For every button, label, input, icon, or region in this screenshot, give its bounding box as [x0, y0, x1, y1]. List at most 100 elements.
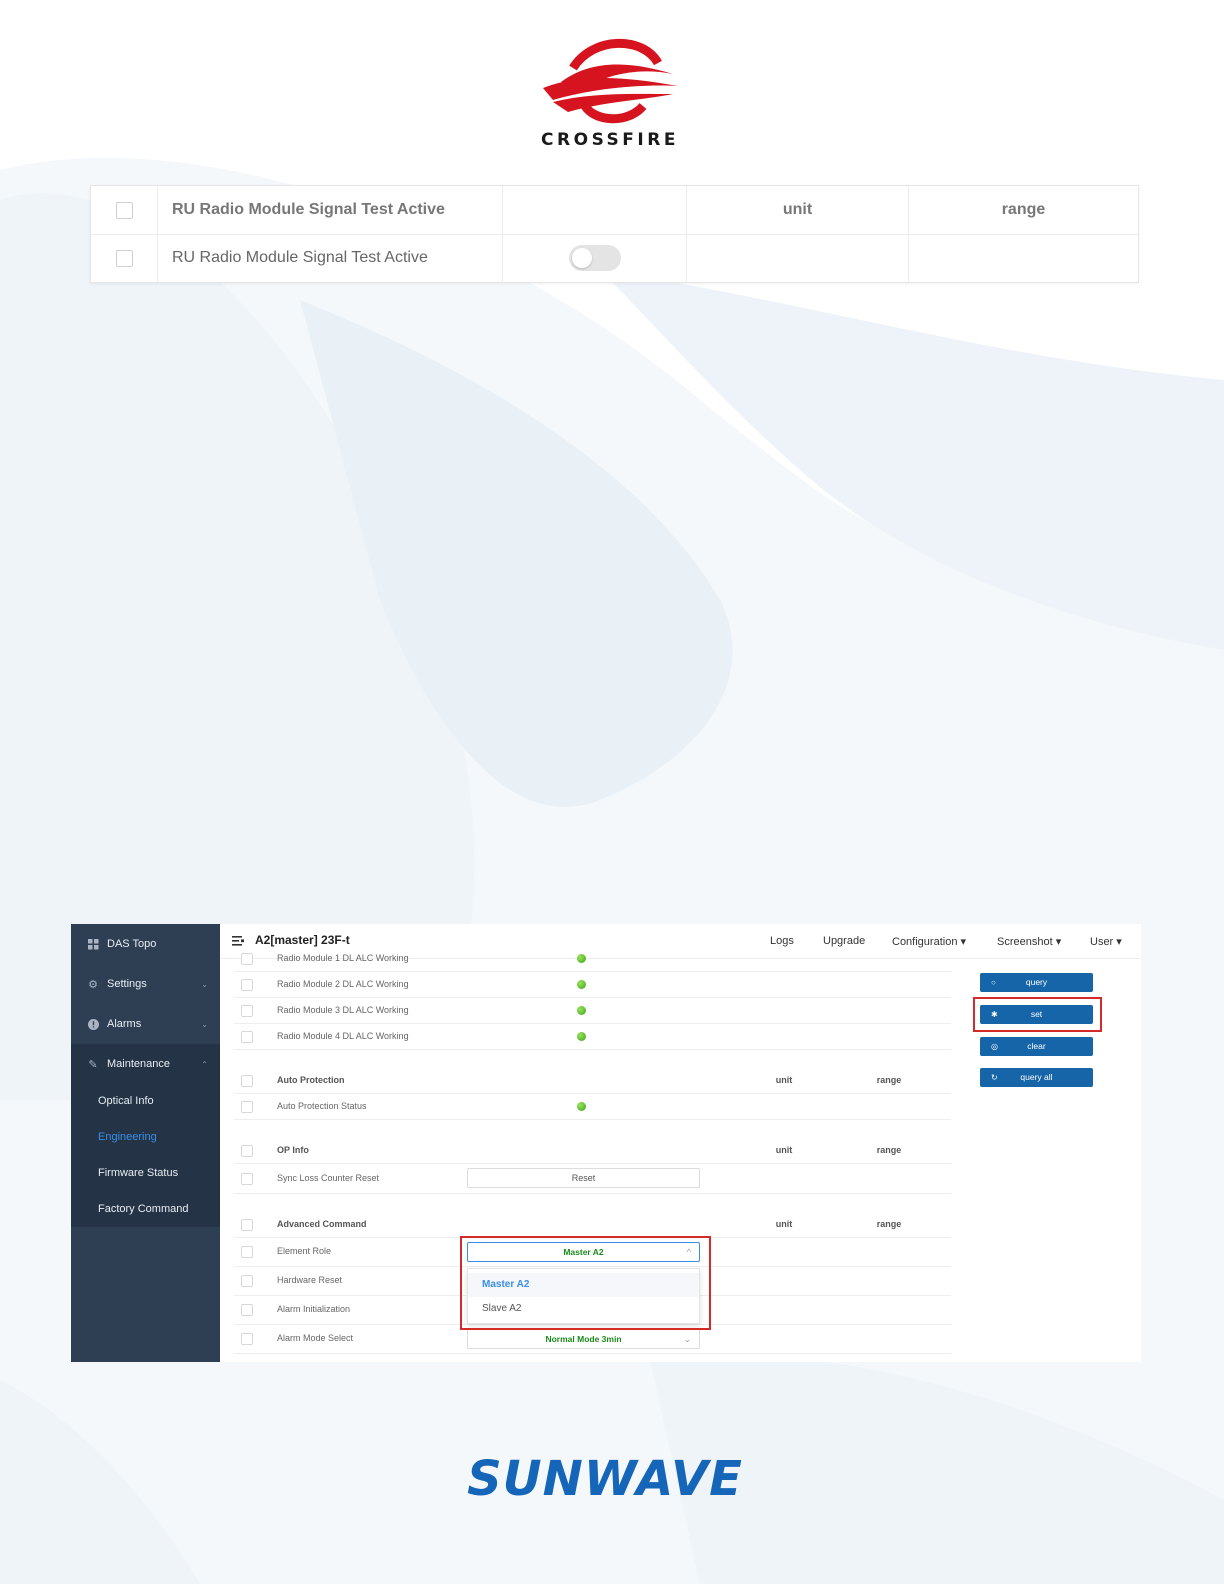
crossfire-wordmark: CROSSFIRE: [541, 130, 679, 150]
sidebar-item-das-topo[interactable]: DAS Topo: [71, 924, 220, 964]
query-button[interactable]: ○ query: [980, 973, 1093, 992]
row-range: [909, 234, 1138, 282]
row-checkbox[interactable]: [241, 1031, 253, 1043]
row-checkbox[interactable]: [241, 1304, 253, 1316]
table-row: Element Role Master A2 ^: [234, 1237, 951, 1267]
row-checkbox[interactable]: [241, 1005, 253, 1017]
chevron-down-icon: ⌄: [683, 1334, 691, 1344]
section-header-advanced-command: Advanced Command unit range: [234, 1211, 951, 1238]
column-header-name: RU Radio Module Signal Test Active: [158, 186, 503, 234]
chevron-up-icon: ^: [686, 1247, 691, 1257]
button-label: query: [1025, 977, 1048, 987]
row-checkbox[interactable]: [115, 249, 133, 267]
column-header-unit: unit: [687, 186, 909, 234]
element-role-dropdown: Master A2 Slave A2: [467, 1268, 700, 1324]
nav-user[interactable]: User ▾: [1090, 935, 1122, 948]
table-header-row: RU Radio Module Signal Test Active unit …: [91, 186, 1138, 235]
nav-screenshot[interactable]: Screenshot ▾: [997, 935, 1061, 948]
section-title: OP Info: [277, 1145, 309, 1155]
section-checkbox[interactable]: [241, 1145, 253, 1157]
set-button[interactable]: ✱ set: [980, 1005, 1093, 1024]
section-header-auto-protection: Auto Protection unit range: [234, 1067, 951, 1094]
section-checkbox[interactable]: [241, 1075, 253, 1087]
table-row: Radio Module 1 DL ALC Working: [234, 945, 951, 972]
row-checkbox[interactable]: [241, 1246, 253, 1258]
row-checkbox[interactable]: [241, 1275, 253, 1287]
row-label: Element Role: [277, 1246, 332, 1256]
table-row: Auto Protection Status: [234, 1093, 951, 1120]
table-row: Radio Module 2 DL ALC Working: [234, 971, 951, 998]
sunwave-wordmark: SUNWAVE: [467, 1455, 743, 1499]
chevron-down-icon: ⌄: [201, 1019, 208, 1029]
sidebar-item-label: Alarms: [107, 1018, 142, 1030]
sidebar-item-label: Maintenance: [107, 1058, 170, 1070]
range-header: range: [876, 1075, 902, 1085]
status-led: [577, 1032, 586, 1041]
grid-icon: [87, 938, 99, 950]
row-checkbox[interactable]: [241, 979, 253, 991]
section-checkbox[interactable]: [241, 1219, 253, 1231]
row-checkbox[interactable]: [241, 1173, 253, 1185]
query-all-button[interactable]: ↻ query all: [980, 1068, 1093, 1087]
edit-icon: ✎: [88, 1058, 98, 1071]
column-header-range: range: [1001, 201, 1046, 218]
chevron-up-icon: ⌃: [201, 1059, 208, 1069]
chevron-down-icon: ⌄: [201, 979, 208, 989]
row-label: Sync Loss Counter Reset: [277, 1173, 380, 1183]
button-label: clear: [1027, 1041, 1046, 1051]
row-unit: [687, 234, 909, 282]
table-row: Sync Loss Counter Reset Reset: [234, 1163, 951, 1194]
sidebar-item-engineering[interactable]: Engineering: [71, 1119, 220, 1155]
row-checkbox[interactable]: [241, 1333, 253, 1345]
reset-button[interactable]: Reset: [467, 1168, 700, 1188]
unit-header: unit: [775, 1219, 793, 1229]
row-label: Alarm Mode Select: [277, 1333, 354, 1343]
range-header: range: [876, 1145, 902, 1155]
row-label: Hardware Reset: [277, 1275, 343, 1285]
status-led: [577, 954, 586, 963]
sidebar-item-optical-info[interactable]: Optical Info: [71, 1083, 220, 1119]
row-label: Auto Protection Status: [277, 1101, 367, 1111]
table-row: Alarm Mode Select Normal Mode 3min ⌄: [234, 1324, 951, 1354]
signal-test-toggle[interactable]: [568, 245, 621, 271]
table-row: RU Radio Module Signal Test Active: [91, 234, 1138, 282]
row-label: Radio Module 1 DL ALC Working: [277, 953, 409, 963]
sidebar: DAS Topo ⚙ Settings ⌄ Alarms ⌄ ✎ Mainten…: [71, 924, 220, 1362]
dropdown-option-master[interactable]: Master A2: [468, 1273, 699, 1297]
status-led: [577, 1006, 586, 1015]
row-label: Radio Module 2 DL ALC Working: [277, 979, 409, 989]
element-role-select[interactable]: Master A2 ^: [467, 1242, 700, 1262]
clear-button[interactable]: ◎ clear: [980, 1037, 1093, 1056]
row-checkbox[interactable]: [241, 1101, 253, 1113]
sidebar-item-firmware-status[interactable]: Firmware Status: [71, 1155, 220, 1191]
section-title: Advanced Command: [277, 1219, 367, 1229]
alert-icon: [87, 1018, 99, 1030]
row-label: Radio Module 4 DL ALC Working: [277, 1031, 409, 1041]
row-checkbox[interactable]: [241, 953, 253, 965]
unit-header: unit: [775, 1075, 793, 1085]
table-row: Radio Module 4 DL ALC Working: [234, 1023, 951, 1050]
sidebar-item-settings[interactable]: ⚙ Settings ⌄: [71, 964, 220, 1004]
gear-icon: ⚙: [88, 978, 98, 991]
unit-header: unit: [775, 1145, 793, 1155]
dropdown-option-slave[interactable]: Slave A2: [468, 1297, 699, 1321]
status-led: [577, 980, 586, 989]
sidebar-item-factory-command[interactable]: Factory Command: [71, 1191, 220, 1227]
select-value: Normal Mode 3min: [545, 1334, 622, 1344]
refresh-icon: ↻: [991, 1073, 998, 1082]
gear-icon: ✱: [991, 1010, 998, 1019]
search-icon: ○: [991, 978, 996, 987]
row-label: RU Radio Module Signal Test Active: [158, 234, 503, 282]
clear-icon: ◎: [991, 1042, 998, 1051]
sidebar-item-alarms[interactable]: Alarms ⌄: [71, 1004, 220, 1044]
select-all-checkbox[interactable]: [115, 201, 133, 219]
sidebar-item-label: Settings: [107, 978, 147, 990]
signal-test-table: RU Radio Module Signal Test Active unit …: [90, 185, 1139, 283]
sunwave-logo: SUNWAVE: [467, 1455, 743, 1499]
sidebar-item-maintenance[interactable]: ✎ Maintenance ⌃: [71, 1044, 220, 1084]
section-title: Auto Protection: [277, 1075, 345, 1085]
status-led: [577, 1102, 586, 1111]
alarm-mode-select[interactable]: Normal Mode 3min ⌄: [467, 1329, 700, 1349]
row-label: Alarm Initialization: [277, 1304, 351, 1314]
crossfire-logo: [543, 38, 678, 124]
